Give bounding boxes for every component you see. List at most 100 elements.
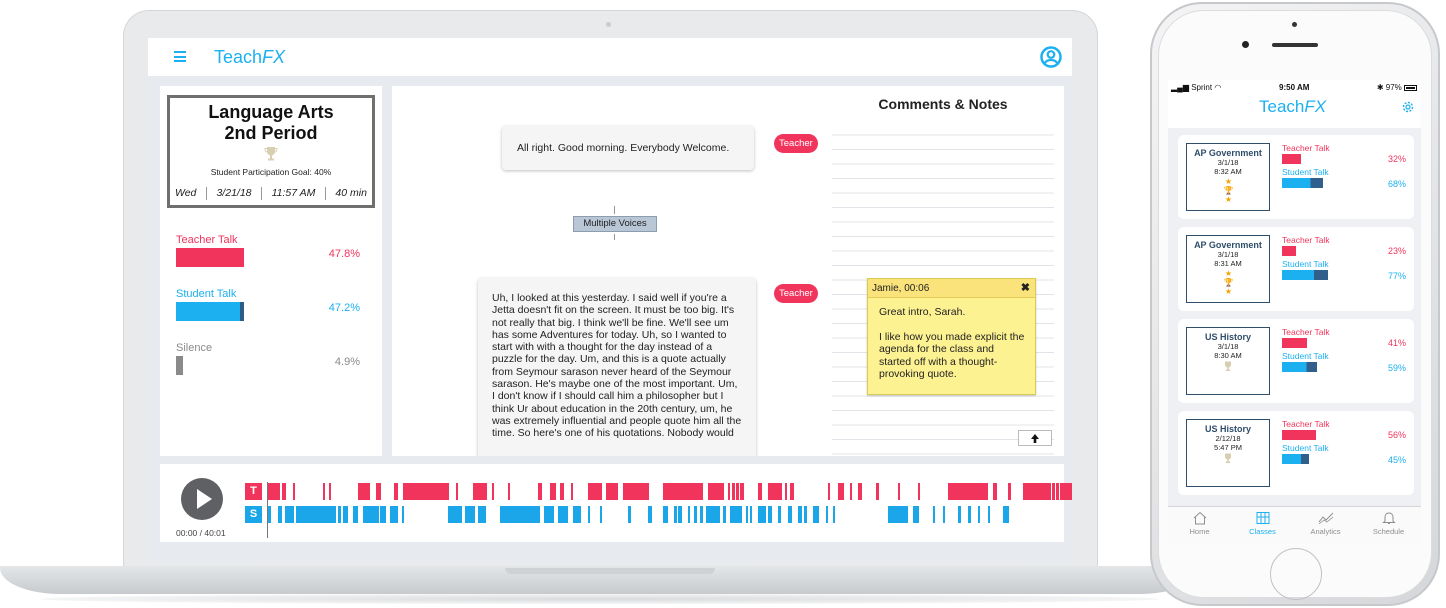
teacher-talk-segment xyxy=(768,483,782,500)
close-icon[interactable]: ✖ xyxy=(1021,281,1030,294)
teacher-talk-segment xyxy=(394,483,398,500)
comment-text: Great intro, Sarah. xyxy=(879,306,966,318)
student-talk-segment xyxy=(758,506,766,523)
comments-notes-heading: Comments & Notes xyxy=(878,96,1008,112)
class-card[interactable]: AP Government 3/1/18 8:31 AM ★🏆★ Teacher Tal… xyxy=(1178,227,1414,311)
student-talk-segment xyxy=(933,506,935,523)
brand-logo[interactable]: TeachFX xyxy=(214,47,285,68)
battery-icon xyxy=(1404,85,1417,91)
speaker-tag-teacher[interactable]: Teacher xyxy=(774,284,818,303)
student-talk-segment xyxy=(913,506,919,523)
teacher-talk-segment xyxy=(993,483,997,500)
teacher-talk-segment xyxy=(838,483,844,500)
play-button[interactable] xyxy=(181,478,223,520)
teacher-talk-segment xyxy=(492,483,494,500)
teacher-talk-segment xyxy=(403,483,449,500)
student-talk-bar xyxy=(1282,178,1323,188)
status-bar: ▂▄▆ Sprint ◠ 9:50 AM ✱ 97% xyxy=(1168,80,1421,94)
teacher-talk-segment xyxy=(785,483,787,500)
silence-stat: Silence 4.9% xyxy=(176,342,366,375)
phone-speaker xyxy=(1272,43,1318,47)
student-talk-segment xyxy=(978,506,980,523)
student-talk-segment xyxy=(648,506,652,523)
audio-timeline: 00:00 / 40:01 T S xyxy=(160,464,1072,542)
teacher-talk-segment xyxy=(948,483,988,500)
trophy-icon xyxy=(1225,361,1231,372)
teacher-talk-segment xyxy=(606,483,618,500)
teacher-talk-segment xyxy=(918,483,920,500)
gold-trophy-icon: ★🏆★ xyxy=(1223,177,1234,204)
class-card[interactable]: AP Government 3/1/18 8:32 AM ★🏆★ Teacher Tal… xyxy=(1178,135,1414,219)
student-talk-segment xyxy=(888,506,908,523)
teacher-talk-track[interactable] xyxy=(268,483,1072,500)
student-talk-bar xyxy=(1282,454,1309,464)
teacher-talk-segment xyxy=(456,483,458,500)
student-talk-segment xyxy=(573,506,581,523)
teacher-talk-segment xyxy=(508,483,510,500)
student-talk-segment xyxy=(943,506,945,523)
student-talk-segment xyxy=(628,506,631,523)
silence-bar xyxy=(176,356,183,375)
multiple-voices-label[interactable]: Multiple Voices xyxy=(573,216,657,232)
teacher-talk-segment xyxy=(623,483,649,500)
speaker-tag-teacher[interactable]: Teacher xyxy=(774,134,818,153)
top-bar: TeachFX xyxy=(148,38,1072,76)
class-duration: 40 min xyxy=(335,187,367,199)
class-title: US History xyxy=(1204,332,1251,342)
phone-sensor xyxy=(1292,22,1297,27)
student-talk-segment xyxy=(285,506,294,523)
teacher-talk-segment xyxy=(329,483,331,500)
tab-classes[interactable]: Classes xyxy=(1231,511,1294,536)
student-talk-segment xyxy=(988,506,990,523)
scroll-up-button[interactable] xyxy=(1018,430,1052,446)
teacher-talk-percent: 32% xyxy=(1387,154,1406,164)
teacher-talk-bar xyxy=(1282,430,1316,440)
student-talk-segment xyxy=(826,506,828,523)
student-talk-segment xyxy=(363,506,379,523)
student-talk-segment xyxy=(380,506,386,523)
student-talk-segment xyxy=(278,506,282,523)
class-time: 8:32 AM xyxy=(1214,167,1242,176)
teacher-talk-segment xyxy=(708,483,724,500)
student-talk-label: Student Talk xyxy=(1282,351,1329,361)
student-talk-segment xyxy=(465,506,475,523)
class-card[interactable]: US History 2/12/18 5:47 PM Teacher Talk 56% S… xyxy=(1178,411,1414,495)
student-talk-segment xyxy=(804,506,807,523)
phone-camera xyxy=(1242,41,1249,48)
user-account-icon[interactable] xyxy=(1040,46,1062,68)
teacher-talk-segment xyxy=(571,483,573,500)
class-card[interactable]: US History 3/1/18 8:30 AM Teacher Talk 41% St… xyxy=(1178,319,1414,403)
teacher-talk-percent: 41% xyxy=(1387,338,1406,348)
teacher-talk-segment xyxy=(850,483,852,500)
student-talk-segment xyxy=(1003,506,1009,523)
class-title: AP Government xyxy=(1194,240,1262,250)
teacher-talk-percent: 56% xyxy=(1387,430,1406,440)
phone-home-button[interactable] xyxy=(1270,548,1322,600)
teacher-talk-segment xyxy=(790,483,794,500)
class-summary-panel: Language Arts 2nd Period Student Partici… xyxy=(160,86,382,456)
hamburger-menu-icon[interactable] xyxy=(174,51,188,63)
transcript-bubble[interactable]: All right. Good morning. Everybody Welco… xyxy=(502,126,754,170)
comment-sticky-note[interactable]: Jamie, 00:06 ✖ Great intro, Sarah. I lik… xyxy=(867,278,1036,395)
student-talk-segment xyxy=(833,506,835,523)
class-info-card: Language Arts 2nd Period Student Partici… xyxy=(167,95,375,208)
teacher-track-badge: T xyxy=(245,483,262,500)
tab-schedule[interactable]: Schedule xyxy=(1357,511,1420,536)
tab-home[interactable]: Home xyxy=(1168,511,1231,536)
student-talk-segment xyxy=(674,506,677,523)
teacher-talk-percent: 23% xyxy=(1387,246,1406,256)
tab-analytics[interactable]: Analytics xyxy=(1294,511,1357,536)
teacher-talk-label: Teacher Talk xyxy=(1282,143,1330,153)
gear-icon[interactable] xyxy=(1401,100,1415,114)
teacher-talk-segment xyxy=(1052,483,1055,500)
teacher-talk-segment xyxy=(758,483,762,500)
arrow-up-icon xyxy=(1031,434,1039,443)
class-date: 3/1/18 xyxy=(1217,250,1239,259)
transcript-bubble[interactable]: Uh, I looked at this yesterday. I said w… xyxy=(478,278,756,456)
student-talk-track[interactable] xyxy=(268,506,1050,523)
teacher-talk-segment xyxy=(876,483,879,500)
teacher-talk-segment xyxy=(663,483,703,500)
teacher-talk-segment xyxy=(1060,483,1072,500)
student-talk-percent: 68% xyxy=(1387,179,1406,189)
participation-goal: Student Participation Goal: 40% xyxy=(210,167,332,177)
